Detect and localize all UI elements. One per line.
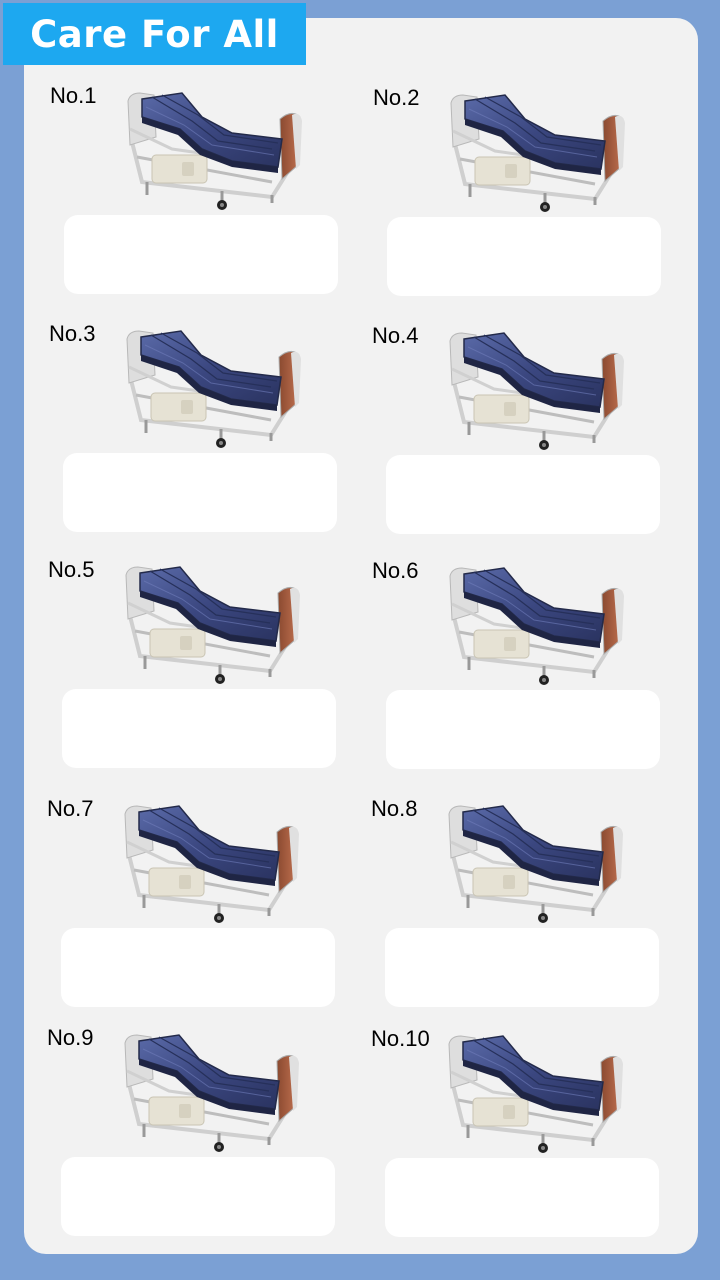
app-title: Care For All (30, 12, 279, 56)
bed-card: No.9 (47, 1025, 347, 1261)
hospital-bed-icon (119, 800, 304, 925)
hospital-bed-icon (122, 87, 307, 212)
hospital-bed-icon (444, 327, 629, 452)
bed-card: No.4 (372, 323, 672, 559)
bed-number-label: No.4 (372, 323, 419, 348)
hospital-bed-icon (121, 325, 306, 450)
bed-info-box[interactable] (61, 1157, 335, 1236)
bed-info-box[interactable] (61, 928, 335, 1007)
bed-card: No.1 (50, 83, 350, 319)
bed-info-box[interactable] (386, 455, 660, 534)
bed-number-label: No.5 (48, 557, 95, 582)
hospital-bed-icon (120, 561, 305, 686)
hospital-bed-icon (444, 562, 629, 687)
bed-card: No.6 (372, 558, 672, 794)
bed-info-box[interactable] (62, 689, 336, 768)
bed-info-box[interactable] (63, 453, 337, 532)
bed-info-box[interactable] (387, 217, 661, 296)
bed-card: No.10 (371, 1026, 671, 1262)
hospital-bed-icon (443, 800, 628, 925)
bed-number-label: No.10 (371, 1026, 430, 1051)
bed-card: No.5 (48, 557, 348, 793)
bed-card: No.7 (47, 796, 347, 1032)
hospital-bed-icon (445, 89, 630, 214)
bed-number-label: No.7 (47, 796, 94, 821)
bed-number-label: No.2 (373, 85, 420, 110)
bed-number-label: No.3 (49, 321, 96, 346)
bed-number-label: No.9 (47, 1025, 94, 1050)
bed-number-label: No.8 (371, 796, 418, 821)
bed-card: No.3 (49, 321, 349, 557)
bed-info-box[interactable] (385, 1158, 659, 1237)
bed-info-box[interactable] (64, 215, 338, 294)
hospital-bed-icon (119, 1029, 304, 1154)
bed-card: No.2 (373, 85, 673, 321)
bed-number-label: No.1 (50, 83, 97, 108)
bed-number-label: No.6 (372, 558, 419, 583)
app-title-banner: Care For All (3, 3, 306, 65)
bed-info-box[interactable] (385, 928, 659, 1007)
bed-card: No.8 (371, 796, 671, 1032)
bed-info-box[interactable] (386, 690, 660, 769)
hospital-bed-icon (443, 1030, 628, 1155)
